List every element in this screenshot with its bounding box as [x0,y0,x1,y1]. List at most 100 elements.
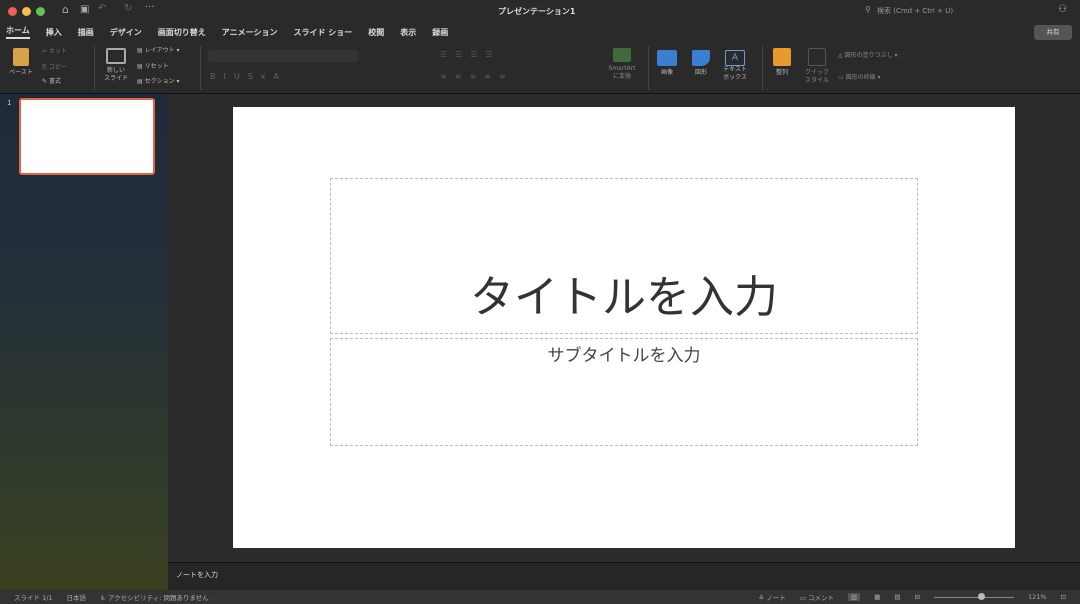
undo-icon[interactable]: ↶ [98,3,106,14]
notes-label: ノート [766,594,786,602]
tab-animations[interactable]: アニメーション [222,27,278,38]
title-placeholder-text: タイトルを入力 [470,272,778,323]
ribbon-tabs: ホーム 挿入 描画 デザイン 画面切り替え アニメーション スライド ショー 校… [0,22,1080,42]
align-buttons[interactable]: ≡≡≡≡≡ [440,72,514,81]
comments-toggle[interactable]: ▭ コメント [800,592,834,602]
tab-draw[interactable]: 描画 [78,27,94,38]
new-slide-button[interactable]: 新しい スライド [100,48,132,83]
redo-icon[interactable]: ↻ [124,3,132,14]
accessibility-status[interactable]: ♿ アクセシビリティ: 問題ありません [100,592,209,602]
tab-transitions[interactable]: 画面切り替え [158,27,206,38]
slide-count: スライド 1/1 [14,594,53,602]
search-input[interactable]: 検索 (Cmd + Ctrl + U) [877,6,953,16]
tab-record[interactable]: 録画 [432,27,448,38]
picture-button[interactable]: 画像 [654,50,680,77]
close-window-button[interactable] [8,7,17,16]
picture-icon [657,50,677,66]
shape-outline-button[interactable]: ▭ 図形の枠線 ▾ [838,74,881,82]
picture-label: 画像 [660,69,673,76]
paste-button[interactable]: ペースト [6,48,36,77]
divider [762,46,763,90]
search-icon: ⚲ [865,5,871,14]
font-select[interactable] [208,50,358,62]
slide[interactable]: タイトルを入力 サブタイトルを入力 [233,107,1015,548]
title-placeholder[interactable]: タイトルを入力 [330,178,918,334]
slide-thumbnail[interactable] [19,98,155,175]
zoom-window-button[interactable] [36,7,45,16]
subtitle-placeholder-text: サブタイトルを入力 [547,346,701,366]
copy-label: コピー [48,64,67,71]
smartart-label-2: に変換 [612,73,631,80]
font-format-buttons[interactable]: BIUSxA [210,72,287,81]
zoom-slider-track [933,597,1014,598]
textbox-label: テキスト [723,66,747,73]
textbox-button[interactable]: A テキスト ボックス [720,50,750,82]
smartart-label: SmartArt [608,65,636,72]
shape-fill-label: 図形の塗りつぶし [844,52,893,59]
layout-label: レイアウト [144,47,175,54]
share-button[interactable]: 共有 [1034,25,1072,40]
tab-view[interactable]: 表示 [400,27,416,38]
smartart-icon [613,48,631,62]
textbox-icon: A [725,50,745,66]
new-slide-label-2: スライド [103,75,128,82]
accessibility-label: アクセシビリティ: 問題ありません [107,594,209,602]
home-icon[interactable]: ⌂ [62,3,69,16]
paste-label: ペースト [9,69,33,76]
paste-icon [13,48,29,66]
shapes-button[interactable]: 図形 [688,50,714,77]
comments-label: コメント [808,594,835,602]
shapes-label: 図形 [694,69,707,76]
reading-view-button[interactable]: ▤ [894,593,900,601]
ribbon: ペースト ✂ カット ⎘ コピー ✎ 書式 新しい スライド ▤ レイアウト ▾ … [0,42,1080,94]
cut-label: カット [48,48,67,55]
section-label: セクション [144,78,175,85]
subtitle-placeholder[interactable]: サブタイトルを入力 [330,338,918,446]
arrange-icon [773,48,791,66]
quick-styles-label-2: スタイル [804,77,829,84]
section-button[interactable]: ▤ セクション ▾ [137,78,180,86]
save-icon[interactable]: ▣ [80,4,89,15]
shape-fill-button[interactable]: ◬ 図形の塗りつぶし ▾ [838,52,898,60]
notes-toggle[interactable]: ≙ ノート [759,592,786,602]
minimize-window-button[interactable] [22,7,31,16]
copy-button[interactable]: ⎘ コピー [42,64,67,72]
status-bar: スライド 1/1 日本語 ♿ アクセシビリティ: 問題ありません ≙ ノート ▭… [0,590,1080,604]
arrange-label: 整列 [775,69,788,76]
zoom-slider[interactable] [933,593,1014,601]
window-title: プレゼンテーション1 [498,7,576,16]
paragraph-buttons[interactable]: ☰☰☰☰ [440,50,501,59]
quick-styles-button[interactable]: クイック スタイル [802,48,832,85]
format-painter-button[interactable]: ✎ 書式 [42,78,61,86]
divider [200,46,201,90]
normal-view-button[interactable]: ▥ [848,593,861,601]
notes-pane[interactable]: ノートを入力 [168,562,1080,590]
new-slide-icon [106,48,126,64]
language[interactable]: 日本語 [67,592,87,602]
shape-outline-label: 図形の枠線 [845,74,876,81]
quick-styles-icon [808,48,826,66]
tab-insert[interactable]: 挿入 [46,27,62,38]
more-icon[interactable]: ··· [145,2,155,13]
reset-label: リセット [144,63,169,70]
slideshow-button[interactable]: ⊟ [915,593,920,601]
cut-button[interactable]: ✂ カット [42,48,67,56]
reset-button[interactable]: ▤ リセット [137,63,169,71]
slide-sorter-button[interactable]: ▦ [874,593,880,601]
divider [648,46,649,90]
zoom-slider-thumb[interactable] [977,593,985,600]
tab-design[interactable]: デザイン [110,27,142,38]
tab-home[interactable]: ホーム [6,25,30,39]
layout-button[interactable]: ▤ レイアウト ▾ [137,47,180,55]
tab-slideshow[interactable]: スライド ショー [293,27,352,38]
collaborate-icon[interactable]: ⚇ [1058,4,1067,15]
tab-review[interactable]: 校閲 [368,27,384,38]
zoom-level[interactable]: 121% [1028,593,1047,601]
notes-placeholder: ノートを入力 [176,571,218,579]
smartart-button[interactable]: SmartArt に変換 [602,48,642,81]
quick-styles-label: クイック [804,69,829,76]
slide-number: 1 [7,99,12,107]
format-label: 書式 [48,78,61,85]
fit-to-window-button[interactable]: ⊡ [1061,593,1066,601]
arrange-button[interactable]: 整列 [768,48,796,77]
